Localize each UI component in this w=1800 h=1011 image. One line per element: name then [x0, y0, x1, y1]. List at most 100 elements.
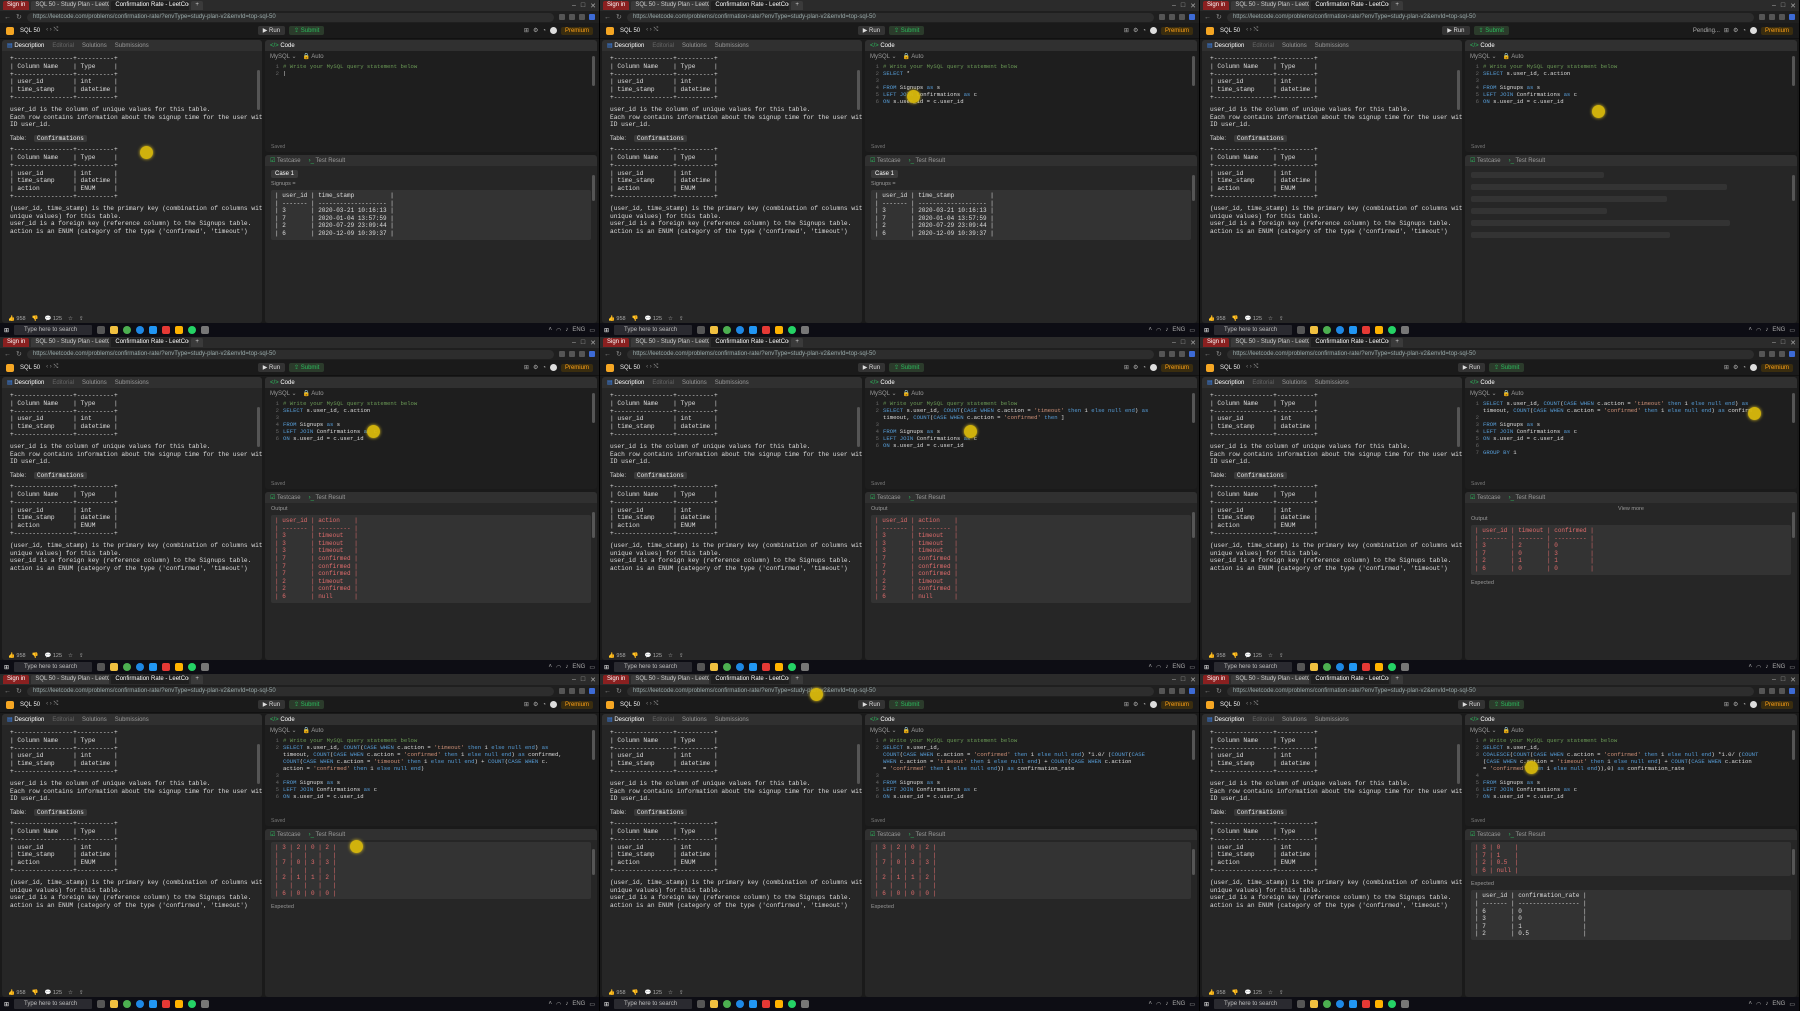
chrome-icon[interactable]	[123, 326, 132, 334]
notification-icon[interactable]: ▭	[589, 1001, 595, 1008]
extension-icon[interactable]	[1159, 14, 1165, 20]
comments-button[interactable]: 💬 125	[1244, 653, 1262, 659]
edge-icon[interactable]	[736, 1000, 745, 1008]
run-button[interactable]: ▶ Run	[1457, 700, 1486, 709]
tab-description[interactable]: ▤ Description	[607, 379, 644, 386]
url-input[interactable]: https://leetcode.com/problems/confirmati…	[1226, 12, 1754, 22]
grid-icon[interactable]: ⊞	[524, 27, 529, 34]
tab-description[interactable]: ▤ Description	[607, 42, 644, 49]
task-view-icon[interactable]	[97, 1000, 106, 1008]
close-icon[interactable]: ✕	[590, 339, 596, 347]
share-icon[interactable]: ⇪	[79, 653, 84, 659]
reload-icon[interactable]: ↻	[1216, 687, 1222, 695]
avatar[interactable]	[1149, 364, 1157, 371]
dislike-icon[interactable]: 👎	[32, 316, 39, 322]
submit-button[interactable]: ⇪ Submit	[889, 26, 925, 35]
wifi-icon[interactable]: ◠	[1156, 664, 1161, 671]
windows-start-icon[interactable]: ⊞	[1204, 664, 1209, 671]
share-icon[interactable]: ⇪	[79, 316, 84, 322]
problem-nav-arrows[interactable]: ‹ › ⤭	[646, 364, 658, 371]
tab-solutions[interactable]: Solutions	[1282, 43, 1307, 49]
test-scrollbar[interactable]	[1792, 512, 1795, 538]
grid-icon[interactable]: ⊞	[1724, 27, 1729, 34]
tab-submissions[interactable]: Submissions	[115, 380, 149, 386]
profile-icon[interactable]	[1789, 351, 1795, 357]
case-1-tab[interactable]: Case 1	[871, 170, 899, 178]
problem-nav-arrows[interactable]: ‹ › ⤭	[46, 27, 58, 34]
windows-start-icon[interactable]: ⊞	[1204, 327, 1209, 334]
description-scrollbar[interactable]	[257, 744, 260, 784]
settings-icon[interactable]: ⚙	[1133, 27, 1138, 34]
edge-icon[interactable]	[1336, 326, 1345, 334]
notification-icon[interactable]: ▭	[1189, 664, 1195, 671]
tab-solutions[interactable]: Solutions	[82, 380, 107, 386]
chevron-up-icon[interactable]: ˄	[549, 1001, 553, 1007]
whatsapp-icon[interactable]	[188, 1000, 197, 1008]
close-icon[interactable]: ✕	[590, 676, 596, 684]
reload-icon[interactable]: ↻	[1216, 13, 1222, 21]
app-icon[interactable]	[201, 326, 210, 334]
extension-icon[interactable]	[1169, 351, 1175, 357]
comments-button[interactable]: 💬 125	[1244, 990, 1262, 996]
star-icon[interactable]: ☆	[1268, 653, 1273, 659]
tab-description[interactable]: ▤ Description	[607, 716, 644, 723]
language-select[interactable]: MySQL ⌄	[870, 390, 896, 397]
close-icon[interactable]: ✕	[1790, 676, 1796, 684]
extension-icon[interactable]	[1159, 688, 1165, 694]
new-tab-button[interactable]: +	[1391, 1, 1403, 10]
app-icon[interactable]	[1362, 1000, 1371, 1008]
star-icon[interactable]: ☆	[668, 316, 673, 322]
tab-solutions[interactable]: Solutions	[682, 717, 707, 723]
language-select[interactable]: MySQL ⌄	[270, 390, 296, 397]
profile-icon[interactable]	[1189, 351, 1195, 357]
extension-icon[interactable]	[1769, 351, 1775, 357]
chrome-icon[interactable]	[123, 1000, 132, 1008]
like-button[interactable]: 👍 958	[8, 316, 26, 322]
avatar[interactable]	[549, 701, 557, 708]
code-editor[interactable]: 1 SELECT s.user_id, COUNT(CASE WHEN c.act…	[1465, 399, 1797, 457]
tab-study-plan[interactable]: SQL 50 - Study Plan - LeetCode	[631, 338, 710, 347]
editor-scrollbar[interactable]	[592, 730, 595, 760]
maximize-icon[interactable]: □	[581, 339, 585, 347]
tab-sign-in[interactable]: Sign in	[1203, 338, 1230, 347]
chevron-up-icon[interactable]: ˄	[1149, 327, 1153, 333]
tab-submissions[interactable]: Submissions	[1315, 717, 1349, 723]
chrome-icon[interactable]	[1323, 663, 1332, 671]
run-button[interactable]: ▶ Run	[857, 363, 886, 372]
edge-icon[interactable]	[136, 1000, 145, 1008]
language-select[interactable]: MySQL ⌄	[1470, 727, 1496, 734]
run-button[interactable]: ▶ Run	[257, 700, 286, 709]
back-icon[interactable]: ←	[1204, 688, 1211, 695]
whatsapp-icon[interactable]	[788, 1000, 797, 1008]
volume-icon[interactable]: ♪	[1765, 327, 1768, 333]
taskbar-search-input[interactable]: Type here to search	[1214, 999, 1293, 1009]
editor-scrollbar[interactable]	[592, 393, 595, 423]
premium-button[interactable]: Premium	[560, 700, 593, 709]
notification-icon[interactable]: ▭	[589, 664, 595, 671]
submit-button[interactable]: ⇪ Submit	[289, 26, 325, 35]
test-scrollbar[interactable]	[1192, 849, 1195, 875]
code-editor[interactable]: 1 # Write your MySQL query statement belo…	[865, 736, 1197, 801]
study-plan-name[interactable]: SQL 50	[1220, 28, 1240, 34]
bell-icon[interactable]: ◔	[542, 365, 546, 371]
tab-test-result[interactable]: ›_ Test Result	[309, 832, 346, 838]
app-icon[interactable]	[162, 1000, 171, 1008]
bell-icon[interactable]: ◔	[1742, 702, 1746, 708]
code-editor[interactable]: 1 # Write your MySQL query statement belo…	[265, 399, 597, 443]
auto-toggle[interactable]: 🔒 Auto	[302, 53, 323, 60]
file-explorer-icon[interactable]	[710, 663, 719, 671]
language-indicator[interactable]: ENG	[1772, 664, 1785, 670]
problem-nav-arrows[interactable]: ‹ › ⤭	[1246, 701, 1258, 708]
like-button[interactable]: 👍 958	[1208, 990, 1226, 996]
dislike-icon[interactable]: 👎	[1232, 990, 1239, 996]
chrome-icon[interactable]	[723, 326, 732, 334]
dislike-icon[interactable]: 👎	[1232, 316, 1239, 322]
share-icon[interactable]: ⇪	[679, 653, 684, 659]
comments-button[interactable]: 💬 125	[44, 990, 62, 996]
tab-sign-in[interactable]: Sign in	[1203, 675, 1230, 684]
settings-icon[interactable]: ⚙	[1133, 701, 1138, 708]
test-scrollbar[interactable]	[1792, 175, 1795, 201]
premium-button[interactable]: Premium	[560, 363, 593, 372]
profile-icon[interactable]	[1189, 688, 1195, 694]
auto-toggle[interactable]: 🔒 Auto	[302, 390, 323, 397]
